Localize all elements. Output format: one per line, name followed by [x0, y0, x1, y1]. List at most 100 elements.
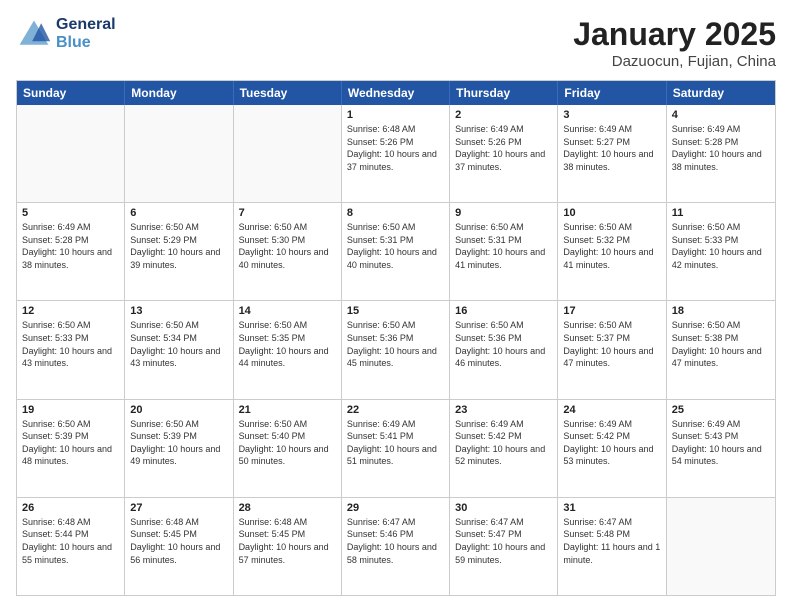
logo-icon	[16, 16, 52, 52]
cell-w3-d1: 12 Sunrise: 6:50 AM Sunset: 5:33 PM Dayli…	[17, 301, 125, 398]
cell-w4-d7: 25Sunrise: 6:49 AM Sunset: 5:43 PM Dayli…	[667, 400, 775, 497]
day-info: Sunrise: 6:49 AM Sunset: 5:42 PM Dayligh…	[455, 418, 552, 468]
week-5: 26Sunrise: 6:48 AM Sunset: 5:44 PM Dayli…	[17, 498, 775, 595]
header-tuesday: Tuesday	[234, 81, 342, 105]
day-number: 27	[130, 502, 227, 514]
day-number: 6	[130, 207, 227, 219]
week-2: 5 Sunrise: 6:49 AM Sunset: 5:28 PM Daylig…	[17, 203, 775, 301]
day-info: Sunrise: 6:48 AM Sunset: 5:26 PM Dayligh…	[347, 123, 444, 173]
day-info: Sunrise: 6:50 AM Sunset: 5:38 PM Dayligh…	[672, 319, 770, 369]
cell-w3-d2: 13 Sunrise: 6:50 AM Sunset: 5:34 PM Dayli…	[125, 301, 233, 398]
cell-w4-d4: 22 Sunrise: 6:49 AM Sunset: 5:41 PM Dayli…	[342, 400, 450, 497]
cell-w2-d6: 10 Sunrise: 6:50 AM Sunset: 5:32 PM Dayli…	[558, 203, 666, 300]
cell-w2-d7: 11 Sunrise: 6:50 AM Sunset: 5:33 PM Dayli…	[667, 203, 775, 300]
header-saturday: Saturday	[667, 81, 775, 105]
day-info: Sunrise: 6:50 AM Sunset: 5:29 PM Dayligh…	[130, 221, 227, 271]
day-number: 23	[455, 404, 552, 416]
cell-w5-d4: 29 Sunrise: 6:47 AM Sunset: 5:46 PM Dayli…	[342, 498, 450, 595]
day-info: Sunrise: 6:50 AM Sunset: 5:33 PM Dayligh…	[22, 319, 119, 369]
cell-w4-d6: 24 Sunrise: 6:49 AM Sunset: 5:42 PM Dayli…	[558, 400, 666, 497]
day-number: 16	[455, 305, 552, 317]
cell-w2-d4: 8 Sunrise: 6:50 AM Sunset: 5:31 PM Daylig…	[342, 203, 450, 300]
cell-w1-d5: 2Sunrise: 6:49 AM Sunset: 5:26 PM Daylig…	[450, 105, 558, 202]
day-number: 29	[347, 502, 444, 514]
day-number: 30	[455, 502, 552, 514]
cell-w5-d5: 30 Sunrise: 6:47 AM Sunset: 5:47 PM Dayli…	[450, 498, 558, 595]
cell-w5-d7	[667, 498, 775, 595]
day-info: Sunrise: 6:50 AM Sunset: 5:35 PM Dayligh…	[239, 319, 336, 369]
cell-w2-d3: 7Sunrise: 6:50 AM Sunset: 5:30 PM Daylig…	[234, 203, 342, 300]
title-block: January 2025 Dazuocun, Fujian, China	[573, 16, 776, 70]
week-4: 19 Sunrise: 6:50 AM Sunset: 5:39 PM Dayli…	[17, 400, 775, 498]
day-number: 31	[563, 502, 660, 514]
day-info: Sunrise: 6:50 AM Sunset: 5:30 PM Dayligh…	[239, 221, 336, 271]
calendar-header-row: Sunday Monday Tuesday Wednesday Thursday…	[17, 81, 775, 105]
day-number: 14	[239, 305, 336, 317]
calendar: Sunday Monday Tuesday Wednesday Thursday…	[16, 80, 776, 596]
day-info: Sunrise: 6:50 AM Sunset: 5:40 PM Dayligh…	[239, 418, 336, 468]
cell-w1-d3	[234, 105, 342, 202]
cell-w2-d1: 5 Sunrise: 6:49 AM Sunset: 5:28 PM Daylig…	[17, 203, 125, 300]
day-info: Sunrise: 6:47 AM Sunset: 5:48 PM Dayligh…	[563, 516, 660, 566]
day-info: Sunrise: 6:50 AM Sunset: 5:32 PM Dayligh…	[563, 221, 660, 271]
cell-w4-d5: 23 Sunrise: 6:49 AM Sunset: 5:42 PM Dayli…	[450, 400, 558, 497]
day-number: 24	[563, 404, 660, 416]
day-number: 3	[563, 109, 660, 121]
day-info: Sunrise: 6:50 AM Sunset: 5:34 PM Dayligh…	[130, 319, 227, 369]
cell-w1-d2	[125, 105, 233, 202]
cell-w4-d3: 21Sunrise: 6:50 AM Sunset: 5:40 PM Dayli…	[234, 400, 342, 497]
day-number: 19	[22, 404, 119, 416]
logo: General Blue	[16, 16, 116, 52]
day-info: Sunrise: 6:48 AM Sunset: 5:45 PM Dayligh…	[130, 516, 227, 566]
day-info: Sunrise: 6:48 AM Sunset: 5:45 PM Dayligh…	[239, 516, 336, 566]
day-info: Sunrise: 6:48 AM Sunset: 5:44 PM Dayligh…	[22, 516, 119, 566]
day-number: 12	[22, 305, 119, 317]
day-number: 11	[672, 207, 770, 219]
week-3: 12 Sunrise: 6:50 AM Sunset: 5:33 PM Dayli…	[17, 301, 775, 399]
day-number: 28	[239, 502, 336, 514]
cell-w1-d7: 4 Sunrise: 6:49 AM Sunset: 5:28 PM Daylig…	[667, 105, 775, 202]
day-number: 20	[130, 404, 227, 416]
cell-w5-d2: 27 Sunrise: 6:48 AM Sunset: 5:45 PM Dayli…	[125, 498, 233, 595]
subtitle: Dazuocun, Fujian, China	[573, 53, 776, 70]
logo-blue-text: Blue	[56, 34, 116, 52]
logo-general-text: General	[56, 16, 116, 34]
header-thursday: Thursday	[450, 81, 558, 105]
day-info: Sunrise: 6:50 AM Sunset: 5:39 PM Dayligh…	[130, 418, 227, 468]
day-info: Sunrise: 6:49 AM Sunset: 5:41 PM Dayligh…	[347, 418, 444, 468]
cell-w5-d6: 31 Sunrise: 6:47 AM Sunset: 5:48 PM Dayli…	[558, 498, 666, 595]
cell-w3-d5: 16 Sunrise: 6:50 AM Sunset: 5:36 PM Dayli…	[450, 301, 558, 398]
cell-w3-d6: 17Sunrise: 6:50 AM Sunset: 5:37 PM Dayli…	[558, 301, 666, 398]
day-info: Sunrise: 6:50 AM Sunset: 5:36 PM Dayligh…	[455, 319, 552, 369]
cell-w2-d2: 6 Sunrise: 6:50 AM Sunset: 5:29 PM Daylig…	[125, 203, 233, 300]
day-info: Sunrise: 6:49 AM Sunset: 5:28 PM Dayligh…	[672, 123, 770, 173]
day-number: 10	[563, 207, 660, 219]
day-info: Sunrise: 6:47 AM Sunset: 5:46 PM Dayligh…	[347, 516, 444, 566]
day-info: Sunrise: 6:49 AM Sunset: 5:28 PM Dayligh…	[22, 221, 119, 271]
day-number: 2	[455, 109, 552, 121]
day-info: Sunrise: 6:47 AM Sunset: 5:47 PM Dayligh…	[455, 516, 552, 566]
day-number: 4	[672, 109, 770, 121]
cell-w1-d1	[17, 105, 125, 202]
day-number: 13	[130, 305, 227, 317]
cell-w1-d4: 1Sunrise: 6:48 AM Sunset: 5:26 PM Daylig…	[342, 105, 450, 202]
header-monday: Monday	[125, 81, 233, 105]
day-info: Sunrise: 6:50 AM Sunset: 5:31 PM Dayligh…	[347, 221, 444, 271]
day-number: 17	[563, 305, 660, 317]
cell-w4-d2: 20 Sunrise: 6:50 AM Sunset: 5:39 PM Dayli…	[125, 400, 233, 497]
cell-w1-d6: 3Sunrise: 6:49 AM Sunset: 5:27 PM Daylig…	[558, 105, 666, 202]
day-number: 25	[672, 404, 770, 416]
header-wednesday: Wednesday	[342, 81, 450, 105]
day-info: Sunrise: 6:50 AM Sunset: 5:31 PM Dayligh…	[455, 221, 552, 271]
cell-w3-d7: 18 Sunrise: 6:50 AM Sunset: 5:38 PM Dayli…	[667, 301, 775, 398]
header-friday: Friday	[558, 81, 666, 105]
day-number: 5	[22, 207, 119, 219]
main-title: January 2025	[573, 16, 776, 53]
day-info: Sunrise: 6:49 AM Sunset: 5:42 PM Dayligh…	[563, 418, 660, 468]
day-number: 8	[347, 207, 444, 219]
day-number: 18	[672, 305, 770, 317]
day-info: Sunrise: 6:50 AM Sunset: 5:33 PM Dayligh…	[672, 221, 770, 271]
day-number: 22	[347, 404, 444, 416]
day-number: 9	[455, 207, 552, 219]
cell-w4-d1: 19Sunrise: 6:50 AM Sunset: 5:39 PM Dayli…	[17, 400, 125, 497]
